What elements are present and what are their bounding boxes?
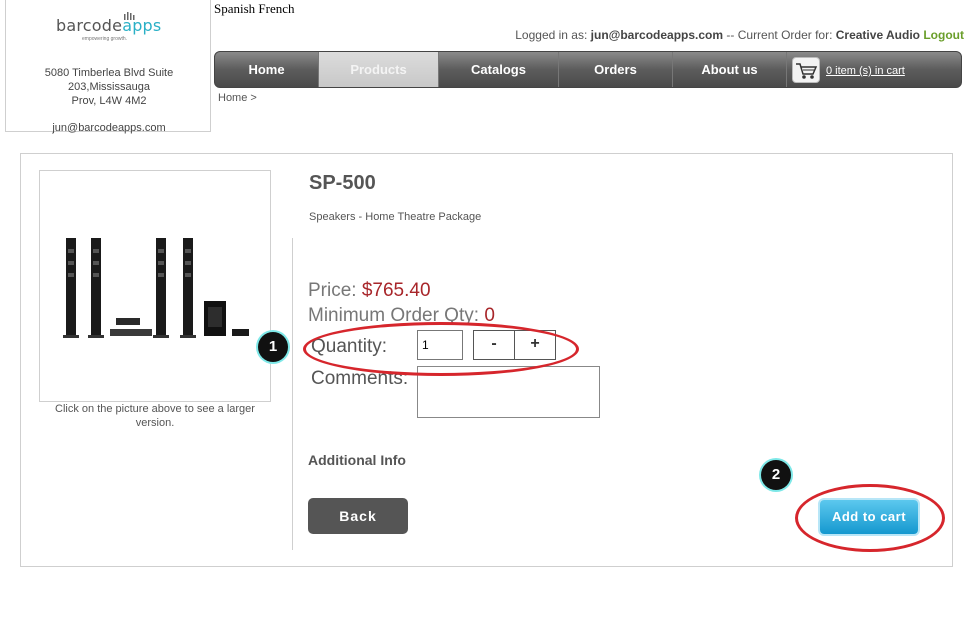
nav-catalogs[interactable]: Catalogs: [439, 52, 559, 87]
panel-divider: [292, 238, 293, 550]
logout-link[interactable]: Logout: [923, 28, 964, 42]
nav-orders[interactable]: Orders: [559, 52, 673, 87]
language-selector[interactable]: Spanish French: [214, 1, 295, 17]
address-line: 5080 Timberlea Blvd Suite: [44, 67, 174, 79]
company-logo[interactable]: barcodeapps empowering growth.: [56, 12, 166, 42]
login-user: jun@barcodeapps.com: [590, 28, 724, 42]
address-line: Prov, L4W 4M2: [71, 95, 147, 107]
price-label: Price:: [308, 280, 362, 301]
breadcrumb[interactable]: Home >: [218, 92, 257, 104]
shopping-cart-icon[interactable]: [792, 57, 820, 83]
login-status: Logged in as: jun@barcodeapps.com -- Cur…: [515, 28, 964, 42]
logo-wordmark: barcodeapps: [56, 16, 162, 35]
nav-about-us[interactable]: About us: [673, 52, 787, 87]
callout-ring-quantity: [303, 322, 579, 376]
speaker-system-image: [63, 238, 249, 338]
product-image[interactable]: [39, 170, 271, 402]
price-row: Price: $765.40: [308, 280, 431, 302]
callout-ring-add-to-cart: [795, 484, 945, 552]
company-email: jun@barcodeapps.com: [52, 122, 166, 134]
logo-tagline: empowering growth.: [82, 36, 128, 42]
product-description: Speakers - Home Theatre Package: [309, 211, 482, 223]
nav-home[interactable]: Home: [215, 52, 319, 87]
price-value: $765.40: [361, 280, 431, 301]
main-nav: Home Products Catalogs Orders About us 0…: [214, 51, 962, 88]
back-button[interactable]: Back: [308, 498, 408, 534]
nav-products[interactable]: Products: [319, 52, 439, 87]
company-card: barcodeapps empowering growth. 5080 Timb…: [5, 0, 212, 134]
additional-info-heading: Additional Info: [308, 452, 406, 468]
product-sku: SP-500: [309, 172, 376, 194]
address-line: 203,Mississauga: [68, 81, 150, 93]
login-prefix: Logged in as:: [515, 28, 591, 42]
callout-badge-1: 1: [258, 332, 288, 362]
callout-badge-2: 2: [761, 460, 791, 490]
company-address: 5080 Timberlea Blvd Suite 203,Mississaug…: [6, 66, 212, 108]
image-caption: Click on the picture above to see a larg…: [55, 403, 255, 429]
current-customer: Creative Audio: [835, 28, 920, 42]
cart-count-link[interactable]: 0 item (s) in cart: [826, 65, 905, 77]
login-separator: -- Current Order for:: [723, 28, 836, 42]
